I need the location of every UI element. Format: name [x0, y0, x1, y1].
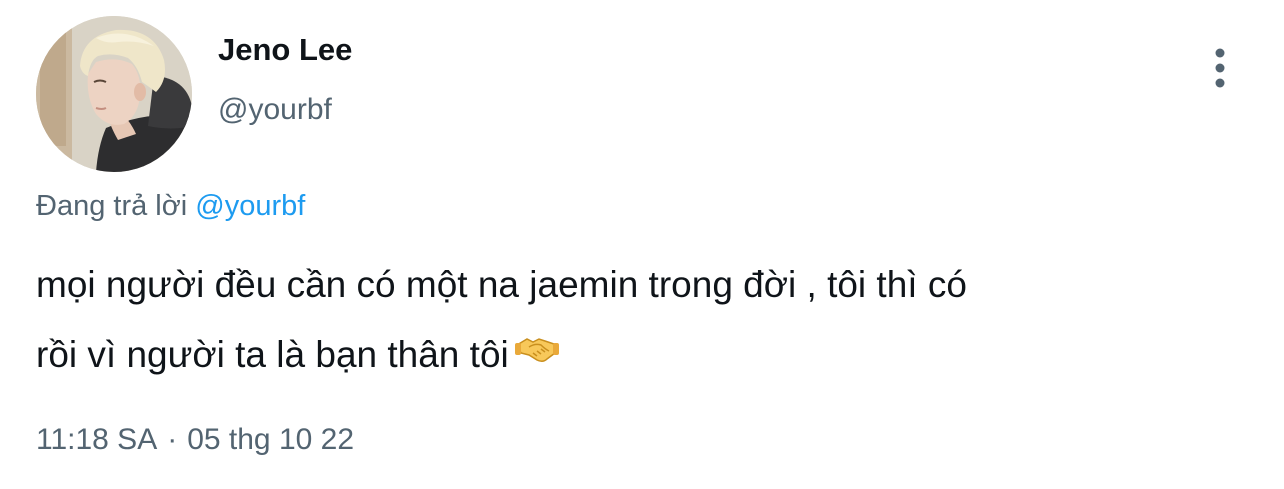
tweet-text-line: rồi vì người ta là bạn thân tôi: [36, 334, 509, 375]
meta-separator: ·: [167, 423, 178, 456]
avatar[interactable]: [36, 16, 192, 172]
avatar-image: [36, 16, 192, 172]
reply-context: Đang trả lời @yourbf: [36, 186, 305, 226]
more-vertical-icon: [1215, 48, 1225, 88]
more-options-button[interactable]: [1200, 44, 1240, 92]
tweet-text: mọi người đều cần có một na jaemin trong…: [36, 250, 1256, 390]
reply-prefix: Đang trả lời: [36, 190, 188, 222]
user-handle[interactable]: @yourbf: [218, 90, 332, 130]
tweet-text-line-2: rồi vì người ta là bạn thân tôi: [36, 320, 1256, 390]
tweet: Jeno Lee @yourbf Đang trả lời @yourbf mọ…: [0, 0, 1284, 489]
tweet-time[interactable]: 11:18 SA: [36, 423, 157, 456]
tweet-date[interactable]: 05 thg 10 22: [187, 423, 354, 456]
tweet-meta: 11:18 SA · 05 thg 10 22: [36, 420, 354, 460]
handshake-emoji-icon: [514, 318, 559, 388]
reply-mention-link[interactable]: @yourbf: [195, 190, 305, 222]
display-name[interactable]: Jeno Lee: [218, 30, 352, 70]
tweet-text-line: mọi người đều cần có một na jaemin trong…: [36, 264, 967, 305]
